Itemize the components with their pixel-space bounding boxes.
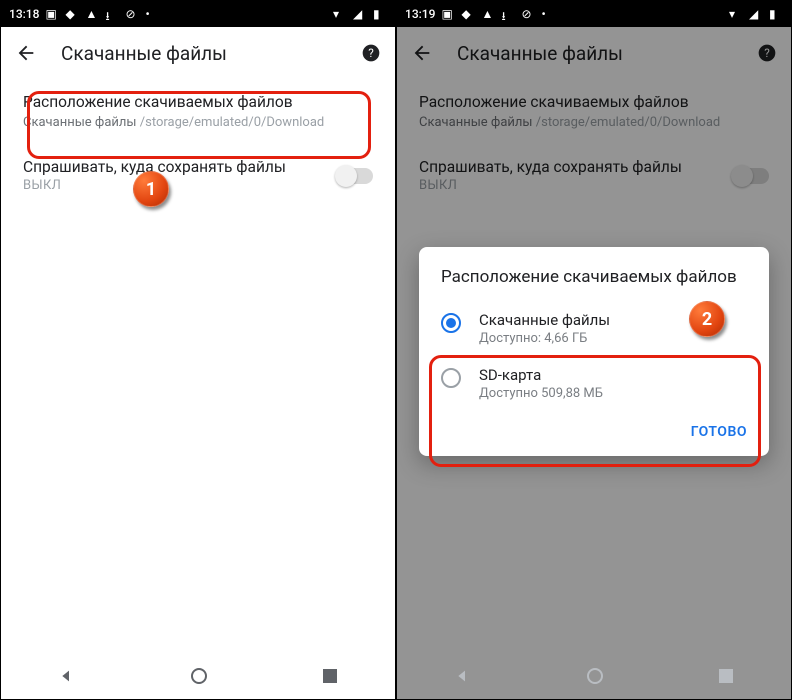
nav-recents-icon[interactable] <box>719 669 733 683</box>
screenshot-left: 13:18 ▣ ◆ ▲ ⭳ ⊘ • ▾ ◢ ▮ Скачанные файлы … <box>0 0 396 700</box>
nav-bar <box>1 653 395 699</box>
more-icon: • <box>145 7 159 21</box>
clock: 13:18 <box>9 7 39 21</box>
done-button[interactable]: ГОТОВО <box>691 424 747 440</box>
notif-icon: ◆ <box>461 7 475 21</box>
page-title: Скачанные файлы <box>61 42 337 65</box>
back-icon[interactable] <box>15 42 37 64</box>
status-bar: 13:18 ▣ ◆ ▲ ⭳ ⊘ • ▾ ◢ ▮ <box>1 1 395 27</box>
notif-icon: ◆ <box>65 7 79 21</box>
pref-title: Расположение скачиваемых файлов <box>23 93 373 111</box>
wifi-icon: ▾ <box>729 7 743 21</box>
radio-icon[interactable] <box>441 313 461 333</box>
download-icon: ⭳ <box>105 7 119 21</box>
nav-back-icon[interactable] <box>59 668 75 684</box>
signal-icon: ◢ <box>749 7 763 21</box>
more-icon: • <box>541 7 555 21</box>
notif-icon: ▣ <box>45 7 59 21</box>
status-bar: 13:19 ▣ ◆ ▲ ⭳ ⊘ • ▾ ◢ ▮ <box>397 1 791 27</box>
svg-text:?: ? <box>368 46 374 60</box>
warning-icon: ▲ <box>481 7 495 21</box>
block-icon: ⊘ <box>521 7 535 21</box>
clock: 13:19 <box>405 7 435 21</box>
option-title: Скачанные файлы <box>479 311 610 329</box>
annotation-badge-2: 2 <box>689 301 725 337</box>
battery-icon: ▮ <box>373 7 387 21</box>
help-icon[interactable]: ? <box>361 43 381 63</box>
radio-option-sdcard[interactable]: SD-карта Доступно 509,88 МБ <box>423 356 765 411</box>
nav-recents-icon[interactable] <box>323 669 337 683</box>
option-subtitle: Доступно: 4,66 ГБ <box>479 331 610 346</box>
nav-home-icon[interactable] <box>587 668 603 684</box>
option-title: SD-карта <box>479 366 603 384</box>
block-icon: ⊘ <box>125 7 139 21</box>
app-bar: Скачанные файлы ? <box>1 27 395 79</box>
nav-back-icon[interactable] <box>455 668 471 684</box>
warning-icon: ▲ <box>85 7 99 21</box>
radio-icon[interactable] <box>441 368 461 388</box>
signal-icon: ◢ <box>353 7 367 21</box>
download-icon: ⭳ <box>501 7 515 21</box>
pref-ask-where[interactable]: Спрашивать, куда сохранять файлы ВЫКЛ <box>1 144 395 207</box>
notif-icon: ▣ <box>441 7 455 21</box>
location-dialog: Расположение скачиваемых файлов Скачанны… <box>419 247 769 456</box>
pref-download-location[interactable]: Расположение скачиваемых файлов Скачанны… <box>1 79 395 144</box>
battery-icon: ▮ <box>769 7 783 21</box>
pref-subtitle: Скачанные файлы /storage/emulated/0/Down… <box>23 115 373 130</box>
wifi-icon: ▾ <box>333 7 347 21</box>
nav-bar <box>397 653 791 699</box>
dialog-title: Расположение скачиваемых файлов <box>423 267 765 301</box>
screenshot-right: 13:19 ▣ ◆ ▲ ⭳ ⊘ • ▾ ◢ ▮ Скачанные файлы … <box>396 0 792 700</box>
toggle-switch[interactable] <box>337 168 373 184</box>
option-subtitle: Доступно 509,88 МБ <box>479 386 603 401</box>
annotation-badge-1: 1 <box>133 171 169 207</box>
nav-home-icon[interactable] <box>191 668 207 684</box>
